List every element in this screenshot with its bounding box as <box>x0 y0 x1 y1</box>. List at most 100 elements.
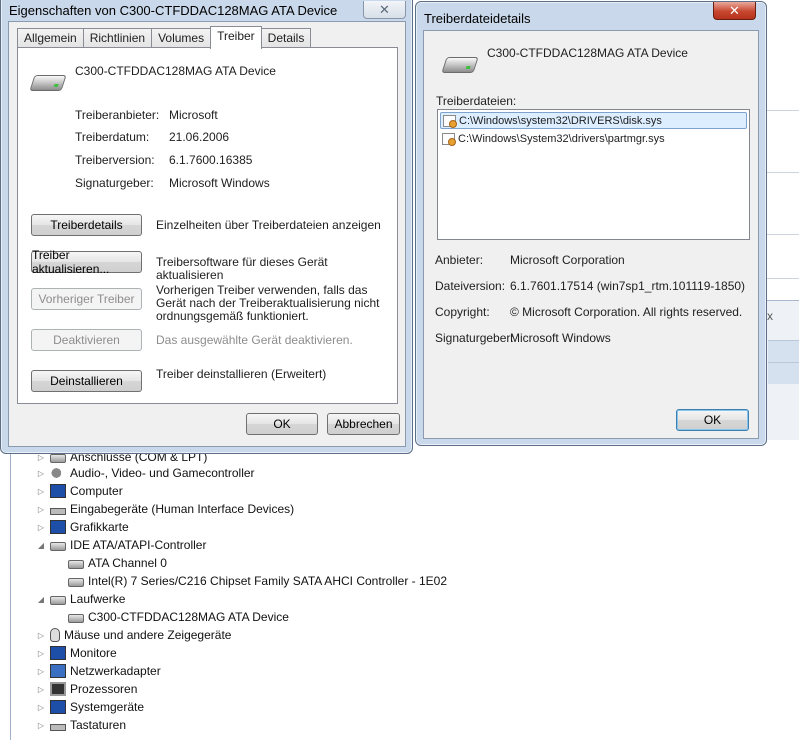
tree-item[interactable]: ▷ Monitore <box>36 644 117 662</box>
action-description: Vorherigen Treiber verwenden, falls das … <box>156 283 380 323</box>
tree-item-label: IDE ATA/ATAPI-Controller <box>70 538 207 552</box>
tree-item[interactable]: ▷ Prozessoren <box>36 680 137 698</box>
certificate-icon <box>443 114 457 128</box>
details-close-button[interactable]: ✕ <box>713 2 756 20</box>
action-description: Das ausgewählte Gerät deaktivieren. <box>156 333 353 347</box>
properties-titlebar[interactable]: Eigenschaften von C300-CTFDDAC128MAG ATA… <box>1 0 412 21</box>
expand-arrow-icon[interactable]: ▷ <box>36 469 46 478</box>
background-divider <box>766 234 799 235</box>
ide-controller-icon <box>68 560 84 569</box>
tab-richtlinien[interactable]: Richtlinien <box>82 28 153 48</box>
tree-item-label: ATA Channel 0 <box>88 556 167 570</box>
details-ok-button[interactable]: OK <box>676 409 749 431</box>
tree-item-label: Eingabegeräte (Human Interface Devices) <box>70 502 295 516</box>
field-value: Microsoft Corporation <box>510 253 625 267</box>
tree-item[interactable]: ▷ Tastaturen <box>36 716 126 734</box>
tree-item-label: Systemgeräte <box>70 700 145 714</box>
disable-device-button[interactable]: Deaktivieren <box>31 329 142 351</box>
computer-icon <box>50 484 66 498</box>
drive-icon <box>68 614 84 623</box>
ide-controller-icon <box>50 542 66 551</box>
collapse-arrow-icon[interactable]: ◢ <box>36 595 46 604</box>
background-divider <box>766 278 799 279</box>
field-value: Microsoft <box>169 108 218 122</box>
drive-icon <box>441 57 479 73</box>
expand-arrow-icon[interactable]: ▷ <box>36 523 46 532</box>
expand-arrow-icon[interactable]: ▷ <box>36 667 46 676</box>
list-item[interactable]: C:\Windows\system32\DRIVERS\disk.sys <box>440 112 747 129</box>
close-icon: ✕ <box>729 3 740 18</box>
update-driver-button[interactable]: Treiber aktualisieren... <box>31 248 142 276</box>
file-path: C:\Windows\System32\drivers\partmgr.sys <box>458 132 665 145</box>
driver-details-button[interactable]: Treiberdetails <box>31 214 142 236</box>
tree-item[interactable]: ▷ Eingabegeräte (Human Interface Devices… <box>36 500 294 518</box>
tree-item-label: Laufwerke <box>70 592 126 606</box>
tree-item[interactable]: ▷ Mäuse und andere Zeigegeräte <box>36 626 231 644</box>
tree-item[interactable]: ▷ Audio-, Video- und Gamecontroller <box>36 464 255 482</box>
expand-arrow-icon[interactable]: ▷ <box>36 721 46 730</box>
tree-item-label: Mäuse und andere Zeigegeräte <box>64 628 232 642</box>
expand-arrow-icon[interactable]: ▷ <box>36 505 46 514</box>
field-label: Dateiversion: <box>435 279 506 293</box>
properties-dialog: Eigenschaften von C300-CTFDDAC128MAG ATA… <box>0 0 413 454</box>
driver-file-list[interactable]: C:\Windows\system32\DRIVERS\disk.sys C:\… <box>437 109 750 240</box>
background-divider <box>766 110 799 111</box>
field-value: 6.1.7601.17514 (win7sp1_rtm.101119-1850) <box>510 279 746 293</box>
monitor-icon <box>50 646 66 660</box>
tree-item-label: Grafikkarte <box>70 520 129 534</box>
tree-item[interactable]: ◢ IDE ATA/ATAPI-Controller <box>36 536 207 554</box>
port-icon <box>50 454 66 463</box>
tree-item[interactable]: ▷ Systemgeräte <box>36 698 144 716</box>
hid-icon <box>50 508 66 515</box>
tree-item[interactable]: ATA Channel 0 <box>54 554 167 572</box>
expand-arrow-icon[interactable]: ▷ <box>36 703 46 712</box>
uninstall-driver-button[interactable]: Deinstallieren <box>31 370 142 392</box>
expand-arrow-icon[interactable]: ▷ <box>36 685 46 694</box>
tree-item-label: Netzwerkadapter <box>70 664 161 678</box>
field-value: 21.06.2006 <box>169 130 230 144</box>
list-item[interactable]: C:\Windows\System32\drivers\partmgr.sys <box>440 130 747 147</box>
file-path: C:\Windows\system32\DRIVERS\disk.sys <box>459 114 662 127</box>
tree-item-label: Monitore <box>70 646 117 660</box>
field-label: Anbieter: <box>435 253 484 267</box>
tree-item[interactable]: ▷ Grafikkarte <box>36 518 129 536</box>
expand-arrow-icon[interactable]: ▷ <box>36 649 46 658</box>
ide-controller-icon <box>68 578 84 587</box>
expand-arrow-icon[interactable]: ▷ <box>36 631 46 640</box>
ok-button[interactable]: OK <box>246 413 318 435</box>
background-divider <box>766 172 799 173</box>
tree-item-label: Computer <box>70 484 123 498</box>
details-titlebar[interactable]: Treiberdateidetails ✕ <box>416 2 766 30</box>
speaker-icon <box>50 466 66 480</box>
tab-treiber[interactable]: Treiber <box>210 26 262 49</box>
expand-arrow-icon[interactable]: ▷ <box>36 487 46 496</box>
driver-tab-panel: C300-CTFDDAC128MAG ATA Device Treiberanb… <box>17 47 398 404</box>
tab-allgemein[interactable]: Allgemein <box>17 28 84 48</box>
files-label: Treiberdateien: <box>436 94 517 108</box>
field-value: Microsoft Windows <box>510 331 611 345</box>
tab-volumes[interactable]: Volumes <box>151 28 212 48</box>
cancel-button[interactable]: Abbrechen <box>327 413 400 435</box>
properties-close-button[interactable]: ✕ <box>363 1 406 19</box>
properties-body: Allgemein Richtlinien Volumes Treiber De… <box>8 21 406 447</box>
rollback-driver-button[interactable]: Vorheriger Treiber <box>31 288 142 310</box>
field-value: © Microsoft Corporation. All rights rese… <box>510 305 743 319</box>
action-description: Treiber deinstallieren (Erweitert) <box>156 367 327 381</box>
background-close-icon[interactable]: x <box>767 309 773 323</box>
tree-item[interactable]: C300-CTFDDAC128MAG ATA Device <box>54 608 289 626</box>
field-label: Signaturgeber: <box>435 331 514 345</box>
tree-item[interactable]: ▷ Computer <box>36 482 123 500</box>
collapse-arrow-icon[interactable]: ◢ <box>36 541 46 550</box>
background-toolbar-strip <box>768 362 799 384</box>
close-icon: ✕ <box>379 2 390 17</box>
tree-item-label: Audio-, Video- und Gamecontroller <box>70 466 255 480</box>
field-value: 6.1.7600.16385 <box>169 153 253 167</box>
background-toolbar-strip <box>768 340 799 362</box>
tree-item[interactable]: ▷ Netzwerkadapter <box>36 662 161 680</box>
tree-item[interactable]: Intel(R) 7 Series/C216 Chipset Family SA… <box>54 572 447 590</box>
tab-details[interactable]: Details <box>260 28 312 48</box>
network-adapter-icon <box>50 664 66 678</box>
action-description: Einzelheiten über Treiberdateien anzeige… <box>156 218 381 232</box>
processor-icon <box>50 682 66 696</box>
tree-item[interactable]: ◢ Laufwerke <box>36 590 125 608</box>
